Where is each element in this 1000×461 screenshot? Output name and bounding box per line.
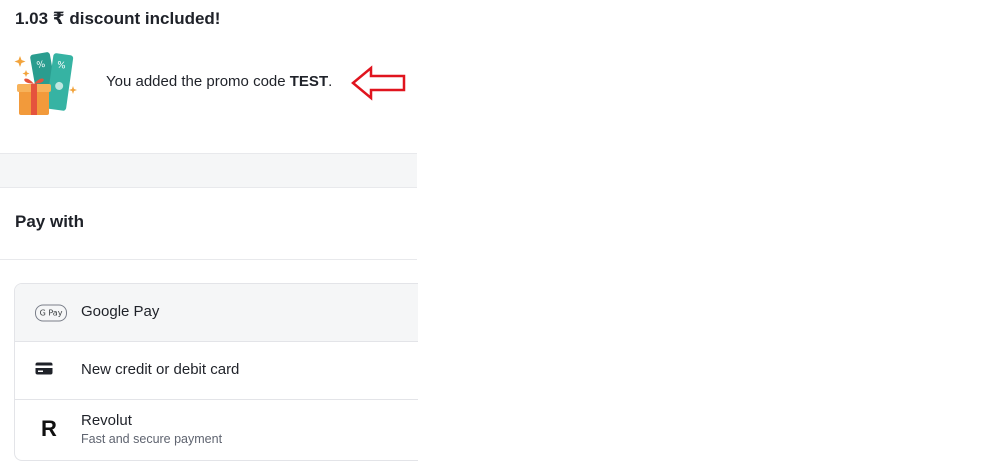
red-arrow-left-icon xyxy=(350,64,408,102)
payment-method-subtitle: Fast and secure payment xyxy=(81,432,223,446)
promo-text-suffix: . xyxy=(328,73,333,90)
promo-text-prefix: You added the promo code xyxy=(106,73,290,90)
google-pay-icon: G Pay xyxy=(35,304,67,321)
divider xyxy=(0,259,417,260)
gift-tickets-illustration: % % xyxy=(12,48,82,118)
payment-method-label: Google Pay xyxy=(81,303,160,320)
discount-title: 1.03 ₹ discount included! xyxy=(15,9,221,28)
payment-method-google-pay[interactable]: G Pay Google Pay xyxy=(15,284,418,342)
payment-method-list: G Pay Google Pay New credit or debit car… xyxy=(14,283,418,461)
checkout-panel: 1.03 ₹ discount included! % % You added … xyxy=(0,0,418,461)
pay-with-title: Pay with xyxy=(15,212,84,231)
promo-code: TEST xyxy=(289,73,329,90)
section-divider xyxy=(0,153,417,188)
google-pay-badge: G Pay xyxy=(35,304,67,321)
credit-card-icon xyxy=(35,362,53,380)
revolut-icon: R xyxy=(41,416,57,442)
promo-message: You added the promo code TEST. xyxy=(106,73,332,90)
revolut-logo: R xyxy=(41,415,57,441)
payment-method-label: Revolut xyxy=(81,412,132,429)
payment-method-new-card[interactable]: New credit or debit card xyxy=(15,342,418,400)
payment-method-revolut[interactable]: R Revolut Fast and secure payment xyxy=(15,400,418,457)
payment-method-label: New credit or debit card xyxy=(81,361,240,378)
